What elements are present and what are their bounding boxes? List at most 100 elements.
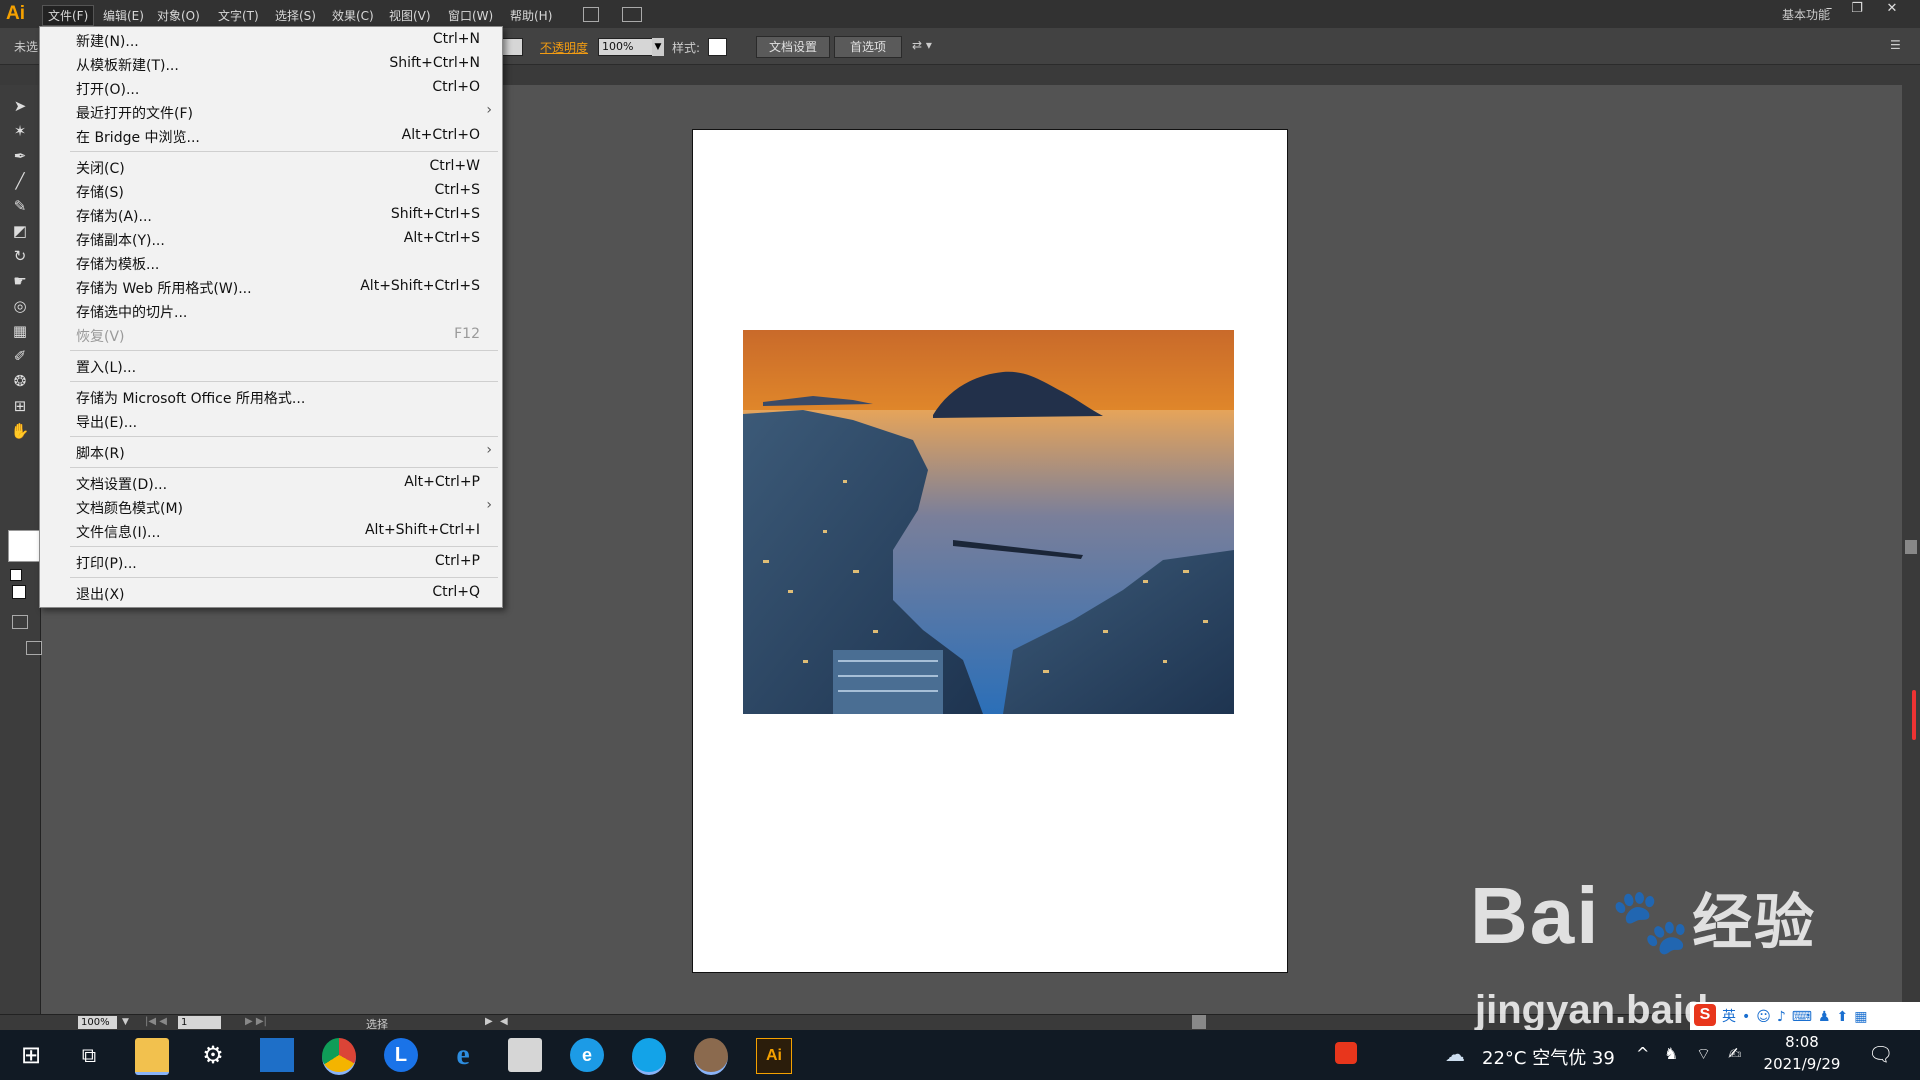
menu-item-save[interactable]: 存储(S) Ctrl+S xyxy=(40,179,502,203)
ime-toolbar[interactable]: S 英•☺♪⌨♟⬆▦ xyxy=(1690,1002,1920,1030)
menu-item-place[interactable]: 置入(L)... xyxy=(40,354,502,378)
document-setup-button[interactable]: 文档设置 xyxy=(756,36,830,58)
first-page-icon[interactable]: |◀ ◀ xyxy=(145,1016,167,1027)
menu-item-save-as-template[interactable]: 存储为模板... xyxy=(40,251,502,275)
weather-text[interactable]: 22°C 空气优 39 xyxy=(1482,1044,1615,1070)
fill-swatch[interactable] xyxy=(8,530,40,562)
opacity-link[interactable]: 不透明度 xyxy=(540,39,588,56)
eyedropper-tool-icon[interactable]: ✐ xyxy=(8,345,32,367)
windows-start-icon[interactable]: ⊞ xyxy=(14,1038,48,1072)
menu-item-print[interactable]: 打印(P)... Ctrl+P xyxy=(40,550,502,574)
clock-date[interactable]: 2021/9/29 xyxy=(1752,1055,1852,1073)
zoom-field[interactable]: 100% xyxy=(78,1016,117,1029)
line-tool-icon[interactable]: ╱ xyxy=(8,170,32,192)
page-field[interactable]: 1 xyxy=(178,1016,221,1029)
menu-item-scripts[interactable]: 脚本(R) › xyxy=(40,440,502,464)
menu-item-save-for-office[interactable]: 存储为 Microsoft Office 所用格式... xyxy=(40,385,502,409)
panel-menu-icon[interactable]: ☰ xyxy=(1890,38,1901,52)
magic-wand-tool-icon[interactable]: ✶ xyxy=(8,120,32,142)
menu-item-new-from-template[interactable]: 从模板新建(T)... Shift+Ctrl+N xyxy=(40,52,502,76)
style-label: 样式: xyxy=(672,41,701,55)
menu-item-save-as[interactable]: 存储为(A)... Shift+Ctrl+S xyxy=(40,203,502,227)
symbol-sprayer-tool-icon[interactable]: ❂ xyxy=(8,370,32,392)
pen-tray-icon[interactable]: ✍ xyxy=(1728,1044,1741,1063)
eraser-tool-icon[interactable]: ◩ xyxy=(8,220,32,242)
hand-tool-icon[interactable]: ✋ xyxy=(8,420,32,442)
menu-item-file-info[interactable]: 文件信息(I)... Alt+Shift+Ctrl+I xyxy=(40,519,502,543)
arrange-documents-icon[interactable] xyxy=(622,7,642,22)
style-swatch[interactable] xyxy=(708,38,727,56)
rotate-tool-icon[interactable]: ↻ xyxy=(8,245,32,267)
app-logo: Ai xyxy=(6,3,25,24)
menu-item-open[interactable]: 打开(O)... Ctrl+O xyxy=(40,76,502,100)
notification-icon[interactable]: 🗨 xyxy=(1868,1042,1893,1066)
search-app-icon[interactable] xyxy=(632,1038,666,1075)
bridge-icon[interactable] xyxy=(583,7,599,22)
menu-effect[interactable]: 效果(C) xyxy=(327,6,379,25)
task-view-icon[interactable]: ⧉ xyxy=(72,1038,106,1072)
close-icon[interactable]: ✕ xyxy=(1878,0,1906,20)
stroke-swatch[interactable] xyxy=(500,38,523,56)
menu-item-exit[interactable]: 退出(X) Ctrl+Q xyxy=(40,581,502,605)
status-arrow-icon[interactable]: ▶ xyxy=(485,1016,493,1027)
settings-gear-icon[interactable]: ⚙ xyxy=(196,1038,230,1072)
menu-item-color-mode[interactable]: 文档颜色模式(M) › xyxy=(40,495,502,519)
opacity-field[interactable]: 100% xyxy=(598,38,653,56)
menu-item-new[interactable]: 新建(N)... Ctrl+N xyxy=(40,28,502,52)
paintbrush-tool-icon[interactable]: ✎ xyxy=(8,195,32,217)
menu-item-save-slices[interactable]: 存储选中的切片... xyxy=(40,299,502,323)
zoom-dropdown-icon[interactable]: ▼ xyxy=(122,1017,129,1027)
menu-select[interactable]: 选择(S) xyxy=(270,6,321,25)
align-options-icon[interactable]: ⇄ ▾ xyxy=(912,38,932,52)
qq-tray-icon[interactable]: ♞ xyxy=(1664,1044,1678,1063)
menu-item-close[interactable]: 关闭(C) Ctrl+W xyxy=(40,155,502,179)
restore-icon[interactable]: ❐ xyxy=(1843,0,1871,20)
opacity-dropdown-icon[interactable]: ▼ xyxy=(652,38,664,56)
menu-type[interactable]: 文字(T) xyxy=(213,6,264,25)
scrollbar-thumb[interactable] xyxy=(1905,540,1917,554)
menu-item-open-recent[interactable]: 最近打开的文件(F) › xyxy=(40,100,502,124)
file-explorer-icon[interactable] xyxy=(135,1038,169,1075)
menu-item-save-copy[interactable]: 存储副本(Y)... Alt+Ctrl+S xyxy=(40,227,502,251)
illustrator-icon[interactable]: Ai xyxy=(756,1038,792,1074)
network-icon[interactable]: ⌔ xyxy=(1696,1044,1711,1064)
color-mode-icon[interactable] xyxy=(12,585,26,599)
menu-window[interactable]: 窗口(W) xyxy=(443,6,498,25)
menu-view[interactable]: 视图(V) xyxy=(384,6,436,25)
store-icon[interactable] xyxy=(508,1038,542,1072)
sogou-ime-icon[interactable]: S xyxy=(1694,1004,1716,1026)
ime-tools-icon[interactable]: 英•☺♪⌨♟⬆▦ xyxy=(1722,1006,1874,1026)
clock-time[interactable]: 8:08 xyxy=(1752,1033,1852,1051)
default-colors-icon[interactable] xyxy=(10,569,22,581)
selection-tool-icon[interactable]: ➤ xyxy=(8,95,32,117)
scroll-left-icon[interactable]: ◀ xyxy=(500,1016,508,1027)
pen-tool-icon[interactable]: ✒ xyxy=(8,145,32,167)
internet-explorer-icon[interactable]: e xyxy=(446,1038,480,1072)
menu-edit[interactable]: 编辑(E) xyxy=(98,6,149,25)
artboard-tool-icon[interactable]: ⊞ xyxy=(8,395,32,417)
minimize-icon[interactable]: – xyxy=(1815,0,1843,20)
shape-builder-tool-icon[interactable]: ◎ xyxy=(8,295,32,317)
next-page-icon[interactable]: ▶ ▶| xyxy=(245,1016,267,1027)
chrome-icon[interactable] xyxy=(322,1038,356,1075)
photo-viewer-icon[interactable] xyxy=(694,1038,728,1075)
photos-icon[interactable] xyxy=(260,1038,294,1072)
mesh-tool-icon[interactable]: ▦ xyxy=(8,320,32,342)
menu-item-document-setup[interactable]: 文档设置(D)... Alt+Ctrl+P xyxy=(40,471,502,495)
sogou-tray-icon[interactable] xyxy=(1335,1042,1357,1064)
menu-item-save-for-web[interactable]: 存储为 Web 所用格式(W)... Alt+Shift+Ctrl+S xyxy=(40,275,502,299)
horizontal-scrollbar-thumb[interactable] xyxy=(1192,1015,1206,1029)
screen-mode-icon[interactable] xyxy=(26,641,42,655)
draw-mode-icon[interactable] xyxy=(12,615,28,629)
browser-e-icon[interactable]: e xyxy=(570,1038,604,1072)
menu-object[interactable]: 对象(O) xyxy=(152,6,205,25)
menu-help[interactable]: 帮助(H) xyxy=(505,6,557,25)
warp-tool-icon[interactable]: ☛ xyxy=(8,270,32,292)
tray-expand-icon[interactable]: ^ xyxy=(1636,1044,1649,1063)
preferences-button[interactable]: 首选项 xyxy=(834,36,902,58)
menu-item-browse-bridge[interactable]: 在 Bridge 中浏览... Alt+Ctrl+O xyxy=(40,124,502,148)
menu-file[interactable]: 文件(F) xyxy=(42,5,95,26)
placed-city-photo[interactable] xyxy=(743,330,1234,714)
l-app-icon[interactable]: L xyxy=(384,1038,418,1072)
menu-item-export[interactable]: 导出(E)... xyxy=(40,409,502,433)
